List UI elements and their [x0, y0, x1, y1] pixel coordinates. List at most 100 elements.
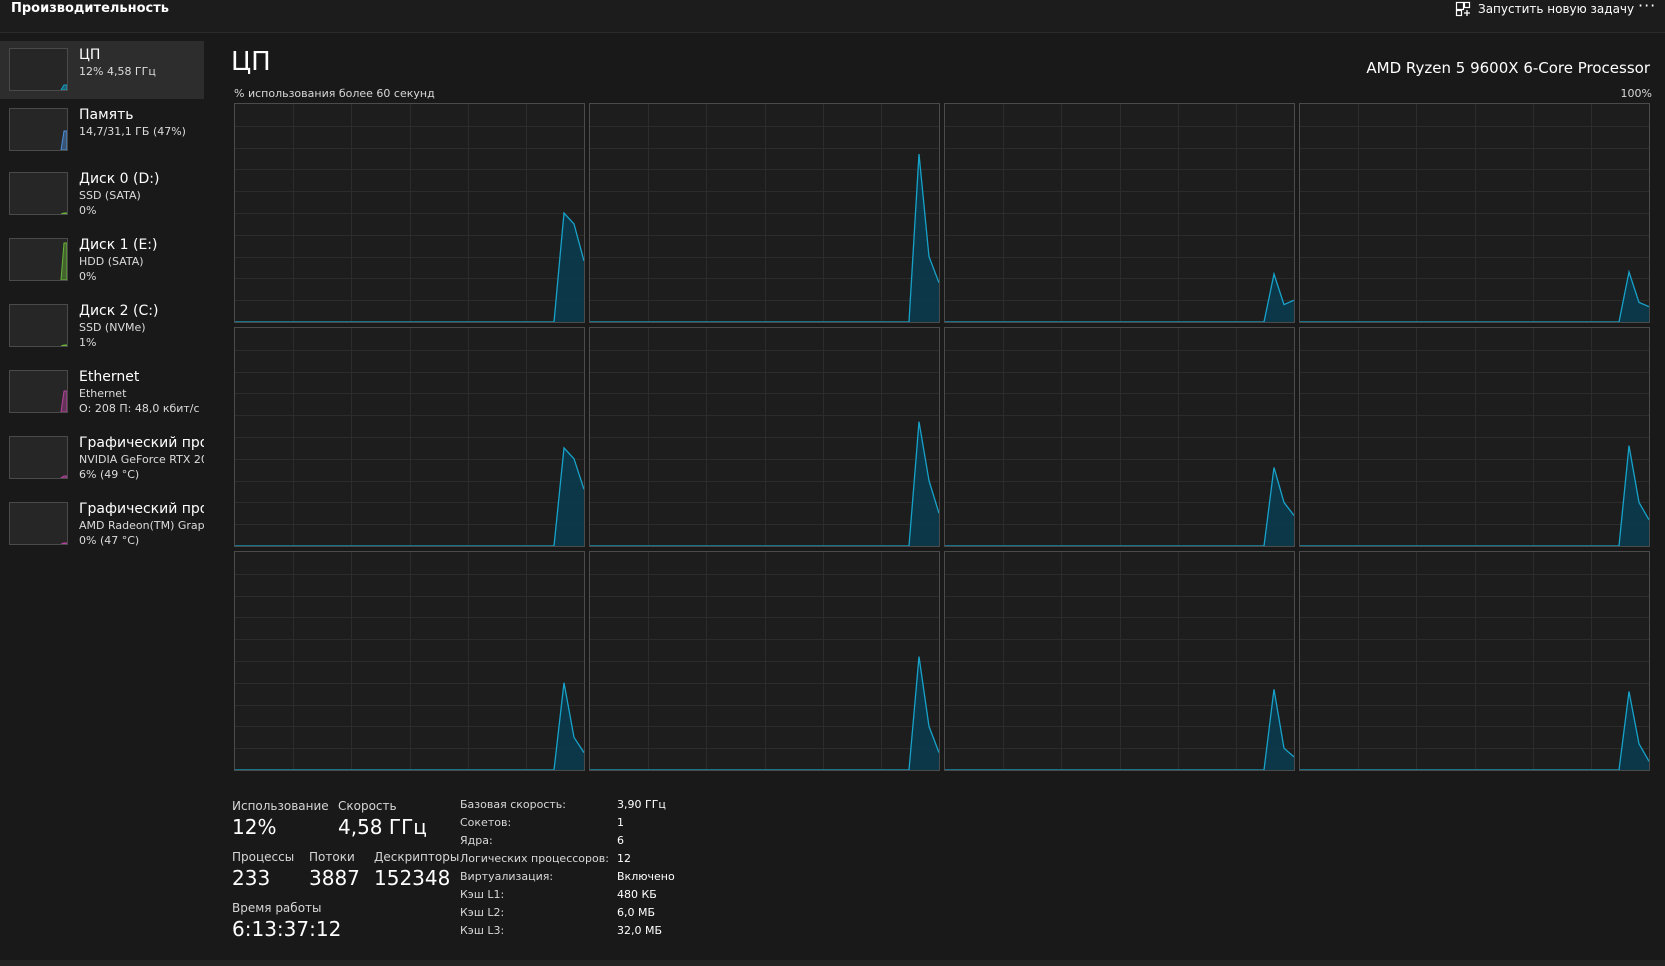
- detail-value: Включено: [617, 870, 675, 883]
- detail-label: Кэш L2:: [460, 906, 505, 919]
- sidebar-thumbnail-level: [60, 130, 67, 150]
- cpu-usage-area: [945, 689, 1294, 770]
- sidebar-item-title: Графический про: [79, 435, 204, 451]
- cpu-core-graph: [589, 103, 940, 323]
- cpu-usage-line: [235, 211, 584, 322]
- usage-value: 12%: [232, 815, 277, 839]
- sidebar-thumbnail-level: [60, 542, 67, 544]
- sidebar-item-text: Диск 1 (E:) HDD (SATA) 0%: [79, 237, 204, 284]
- title-bar: Производительность Запустить новую задач…: [0, 0, 1665, 33]
- sidebar-thumbnail: [9, 304, 68, 347]
- sidebar-item-memory[interactable]: Память 14,7/31,1 ГБ (47%): [0, 101, 204, 157]
- sidebar-item-detail: HDD (SATA): [79, 255, 144, 268]
- sidebar-item-text: Диск 2 (C:) SSD (NVMe) 1%: [79, 303, 204, 350]
- sidebar-thumbnail-level: [60, 212, 67, 214]
- sidebar-item-disk2[interactable]: Диск 2 (C:) SSD (NVMe) 1%: [0, 297, 204, 359]
- detail-label: Сокетов:: [460, 816, 512, 829]
- cpu-core-graph: [944, 103, 1295, 323]
- cpu-core-graph: [589, 551, 940, 771]
- sidebar-item-title: ЦП: [79, 47, 101, 63]
- cpu-usage-line: [235, 446, 584, 546]
- run-task-icon: [1455, 1, 1471, 17]
- sidebar-thumbnail-level: [60, 475, 67, 478]
- sidebar-thumbnail-level: [60, 344, 67, 346]
- cpu-core-graph: [1299, 551, 1650, 771]
- sidebar-item-text: Графический про AMD Radeon(TM) Grapl 0% (4…: [79, 501, 204, 548]
- app-title: Производительность: [11, 1, 170, 16]
- cpu-usage-line: [945, 689, 1294, 770]
- cpu-core-graph: [944, 551, 1295, 771]
- sidebar-item-detail: 12% 4,58 ГГц: [79, 65, 156, 78]
- detail-label: Логических процессоров:: [460, 852, 609, 865]
- cpu-usage-area: [590, 154, 939, 322]
- cpu-usage-area: [1300, 271, 1649, 322]
- sidebar-item-detail: SSD (NVMe): [79, 321, 146, 334]
- handles-label: Дескрипторы: [374, 850, 460, 864]
- sidebar-item-detail: 14,7/31,1 ГБ (47%): [79, 125, 186, 138]
- detail-value: 6: [617, 834, 624, 847]
- detail-label: Кэш L1:: [460, 888, 505, 901]
- sidebar-item-title: Ethernet: [79, 369, 140, 385]
- cpu-usage-area: [235, 447, 584, 546]
- detail-value: 1: [617, 816, 624, 829]
- speed-label: Скорость: [338, 799, 397, 813]
- sidebar-item-gpu1[interactable]: Графический про AMD Radeon(TM) Grapl 0% (4…: [0, 495, 204, 557]
- processes-value: 233: [232, 866, 271, 890]
- sidebar-item-gpu0[interactable]: Графический про NVIDIA GeForce RTX 206 6% …: [0, 429, 204, 491]
- sidebar-item-disk1[interactable]: Диск 1 (E:) HDD (SATA) 0%: [0, 231, 204, 293]
- detail-value: 32,0 МБ: [617, 924, 663, 937]
- cpu-usage-line: [590, 421, 939, 546]
- sidebar-item-title: Графический про: [79, 501, 204, 517]
- sidebar-item-ethernet[interactable]: Ethernet Ethernet О: 208 П: 48,0 кбит/с: [0, 363, 204, 425]
- uptime-label: Время работы: [232, 901, 322, 915]
- sidebar-item-text: Ethernet Ethernet О: 208 П: 48,0 кбит/с: [79, 369, 204, 416]
- cpu-core-graph: [234, 103, 585, 323]
- sidebar-thumbnail: [9, 370, 68, 413]
- cpu-usage-area: [945, 467, 1294, 546]
- run-task-label: Запустить новую задачу: [1478, 2, 1635, 16]
- sidebar-item-title: Диск 0 (D:): [79, 171, 160, 187]
- sidebar-item-detail: О: 208 П: 48,0 кбит/с: [79, 402, 200, 415]
- threads-value: 3887: [309, 866, 360, 890]
- sidebar-thumbnail: [9, 172, 68, 215]
- sidebar-thumbnail-level: [60, 84, 67, 90]
- detail-label: Кэш L3:: [460, 924, 505, 937]
- sidebar-item-title: Диск 1 (E:): [79, 237, 158, 253]
- cpu-core-graph: [234, 551, 585, 771]
- sidebar-thumbnail: [9, 436, 68, 479]
- sidebar-item-detail: 1%: [79, 336, 97, 349]
- sidebar-thumbnail-level: [60, 242, 67, 280]
- sidebar-thumbnail: [9, 238, 68, 281]
- cpu-usage-line: [1300, 691, 1649, 770]
- detail-value: 6,0 МБ: [617, 906, 656, 919]
- detail-value: 480 КБ: [617, 888, 657, 901]
- sidebar-item-detail: Ethernet: [79, 387, 127, 400]
- page-title: ЦП: [231, 47, 271, 77]
- detail-label: Виртуализация:: [460, 870, 554, 883]
- graph-caption: % использования более 60 секунд: [234, 87, 435, 100]
- sidebar-item-text: Графический про NVIDIA GeForce RTX 206 6% …: [79, 435, 204, 482]
- sidebar-item-title: Память: [79, 107, 134, 123]
- detail-label: Ядра:: [460, 834, 493, 847]
- cpu-usage-area: [235, 213, 584, 322]
- sidebar-thumbnail: [9, 48, 68, 91]
- sidebar-item-disk0[interactable]: Диск 0 (D:) SSD (SATA) 0%: [0, 165, 204, 227]
- speed-value: 4,58 ГГц: [338, 815, 427, 839]
- graph-max-label: 100%: [1620, 87, 1652, 100]
- run-new-task-button[interactable]: Запустить новую задачу: [1455, 0, 1634, 18]
- sidebar-thumbnail-level: [60, 390, 67, 412]
- processes-label: Процессы: [232, 850, 295, 864]
- cpu-usage-area: [945, 274, 1294, 322]
- sidebar-item-detail: 0%: [79, 270, 97, 283]
- sidebar-item-detail: 0% (47 °C): [79, 534, 140, 547]
- cpu-usage-line: [590, 154, 939, 322]
- sidebar-item-title: Диск 2 (C:): [79, 303, 159, 319]
- cpu-usage-area: [1300, 445, 1649, 546]
- more-options-button[interactable]: ···: [1638, 0, 1656, 15]
- processor-name: AMD Ryzen 5 9600X 6-Core Processor: [1366, 59, 1650, 77]
- cpu-usage-line: [945, 271, 1294, 322]
- sidebar-item-cpu[interactable]: ЦП 12% 4,58 ГГц: [0, 41, 204, 99]
- handles-value: 152348: [374, 866, 451, 890]
- cpu-usage-area: [1300, 691, 1649, 770]
- sidebar-item-text: Память 14,7/31,1 ГБ (47%): [79, 107, 204, 139]
